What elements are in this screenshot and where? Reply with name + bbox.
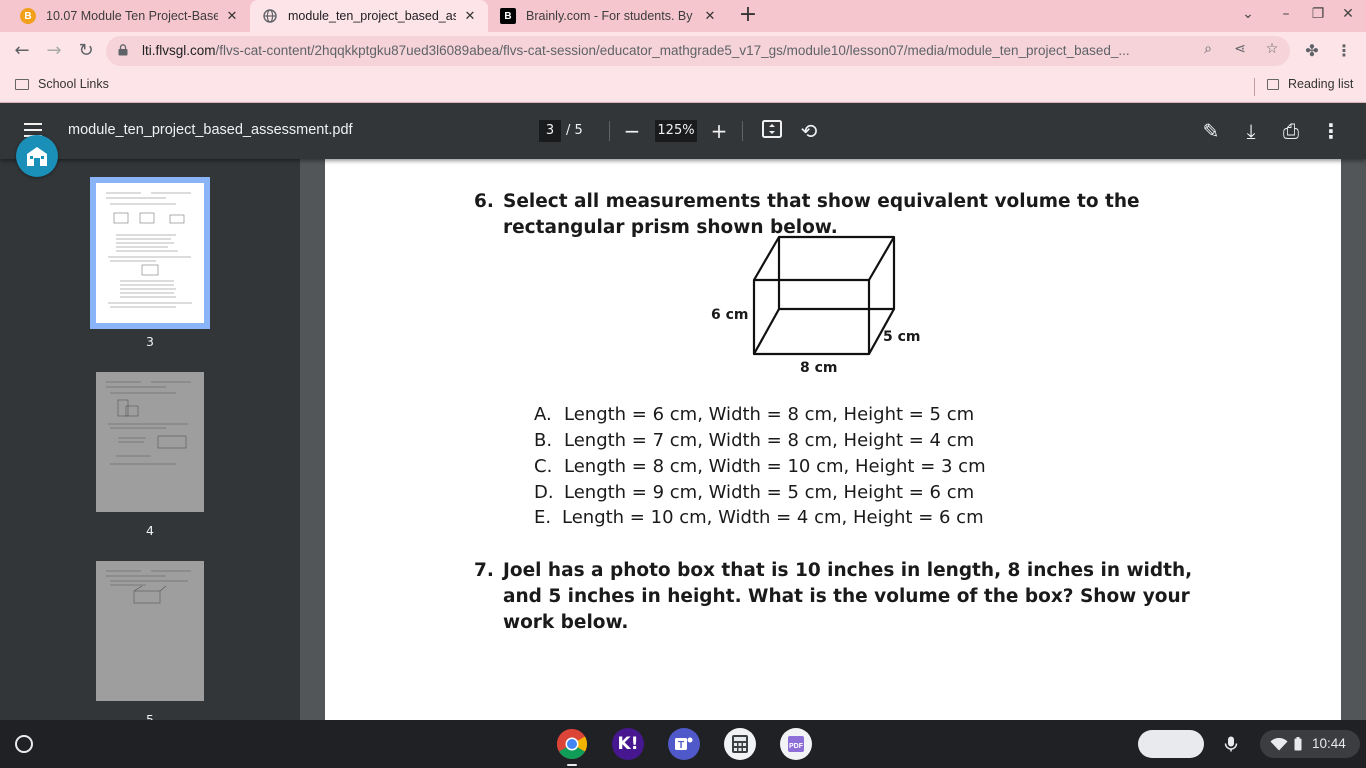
screen-capture-preview[interactable] <box>1138 730 1204 758</box>
tab-strip: B 10.07 Module Ten Project-Based ✕ modul… <box>0 0 1366 32</box>
globe-icon <box>262 8 278 24</box>
page-thumbnail-preview <box>106 381 191 465</box>
new-tab-button[interactable]: + <box>737 4 759 28</box>
microphone-icon[interactable] <box>1214 730 1248 758</box>
pdf-app-icon[interactable]: PDF <box>780 728 812 760</box>
close-tab-icon[interactable]: ✕ <box>702 8 718 24</box>
address-bar[interactable]: lti.flvsgl.com/flvs-cat-content/2hqqkkpt… <box>106 36 1290 66</box>
close-window-icon[interactable]: ✕ <box>1337 6 1359 26</box>
annotate-pen-icon[interactable]: ✎ <box>1199 119 1223 143</box>
fit-page-icon[interactable] <box>760 119 784 143</box>
launcher-icon[interactable] <box>15 735 33 753</box>
battery-icon <box>1294 737 1302 751</box>
zoom-icon[interactable]: ⌕ <box>1198 41 1218 61</box>
height-label: 6 cm <box>711 307 749 323</box>
more-options-icon[interactable]: ⋮ <box>1319 119 1343 143</box>
calculator-icon[interactable] <box>724 728 756 760</box>
wifi-icon <box>1270 738 1288 751</box>
extensions-icon[interactable]: ✤ <box>1302 41 1322 61</box>
page-thumbnail-preview <box>106 192 192 308</box>
tab-brainly[interactable]: B Brainly.com - For students. By st ✕ <box>488 0 728 32</box>
thumbnail-label: 5 <box>146 712 154 720</box>
width-label: 5 cm <box>883 329 921 345</box>
thumbnail-page-5[interactable] <box>96 561 204 701</box>
option-c: C. Length = 8 cm, Width = 10 cm, Height =… <box>534 456 986 477</box>
thumbnail-label: 3 <box>146 334 154 349</box>
forward-icon[interactable]: → <box>42 39 66 63</box>
teams-icon[interactable]: T <box>668 728 700 760</box>
share-icon[interactable]: ⋖ <box>1230 41 1250 61</box>
browser-toolbar: ← → ↻ lti.flvsgl.com/flvs-cat-content/2h… <box>0 32 1366 70</box>
page-total: / 5 <box>566 123 583 138</box>
bookmark-star-icon[interactable]: ☆ <box>1262 41 1282 61</box>
active-app-indicator <box>567 764 577 766</box>
option-e: E. Length = 10 cm, Width = 4 cm, Height =… <box>534 507 984 528</box>
menu-icon[interactable]: ⋮ <box>1334 41 1354 61</box>
folder-icon <box>15 78 29 90</box>
restore-icon[interactable]: ❐ <box>1307 6 1329 26</box>
reading-list-icon <box>1267 78 1279 90</box>
back-icon[interactable]: ← <box>10 39 34 63</box>
option-a: A. Length = 6 cm, Width = 8 cm, Height = … <box>534 404 975 425</box>
tab-pdf[interactable]: module_ten_project_based_asse ✕ <box>250 0 488 32</box>
close-tab-icon[interactable]: ✕ <box>462 8 478 24</box>
zoom-input[interactable]: 125% <box>655 120 697 142</box>
download-icon[interactable]: ⤓ <box>1239 119 1263 143</box>
option-d: D. Length = 9 cm, Width = 5 cm, Height = … <box>534 482 975 503</box>
chrome-icon[interactable] <box>556 728 588 760</box>
school-extension-icon[interactable] <box>16 135 58 177</box>
flvs-favicon-icon: B <box>20 8 36 24</box>
tab-search-icon[interactable]: ⌄ <box>1237 6 1259 26</box>
zoom-out-icon[interactable]: − <box>620 119 644 143</box>
reading-list-button[interactable]: Reading list <box>1267 77 1353 91</box>
kahoot-icon[interactable]: K! <box>612 728 644 760</box>
thumbnail-page-3[interactable] <box>90 177 210 329</box>
thumbnail-label: 4 <box>146 523 154 538</box>
pdf-filename: module_ten_project_based_assessment.pdf <box>68 122 353 138</box>
brainly-favicon-icon: B <box>500 8 516 24</box>
option-b: B. Length = 7 cm, Width = 8 cm, Height = … <box>534 430 975 451</box>
divider <box>609 121 610 141</box>
divider <box>742 121 743 141</box>
thumbnail-page-4[interactable] <box>96 372 204 512</box>
svg-text:T: T <box>678 740 684 751</box>
bookmarks-bar: School Links Reading list <box>0 70 1366 103</box>
close-tab-icon[interactable]: ✕ <box>224 8 240 24</box>
tab-module-ten[interactable]: B 10.07 Module Ten Project-Based ✕ <box>8 0 250 32</box>
zoom-in-icon[interactable]: + <box>707 119 731 143</box>
reload-icon[interactable]: ↻ <box>74 39 98 63</box>
pdf-viewport[interactable]: 6. Select all measurements that show equ… <box>300 159 1366 720</box>
pdf-page: 6. Select all measurements that show equ… <box>325 159 1341 720</box>
divider <box>1254 78 1255 96</box>
rotate-icon[interactable]: ⟲ <box>797 119 821 143</box>
rectangular-prism-figure <box>752 235 896 356</box>
lock-icon <box>118 44 128 56</box>
url-text: lti.flvsgl.com/flvs-cat-content/2hqqkkpt… <box>142 43 1130 58</box>
length-label: 8 cm <box>800 360 838 376</box>
page-thumbnail-preview <box>106 570 191 604</box>
page-number-input[interactable]: 3 <box>539 120 561 142</box>
svg-text:PDF: PDF <box>789 743 804 750</box>
print-icon[interactable]: ⎙ <box>1279 119 1303 143</box>
minimize-icon[interactable]: – <box>1275 6 1297 26</box>
pdf-toolbar: module_ten_project_based_assessment.pdf … <box>0 103 1366 159</box>
bookmark-school-links[interactable]: School Links <box>15 77 109 91</box>
os-shelf: K! T PDF 10:44 <box>0 720 1366 768</box>
thumbnail-sidebar: 3 4 5 <box>0 159 300 720</box>
clock: 10:44 <box>1312 736 1346 751</box>
